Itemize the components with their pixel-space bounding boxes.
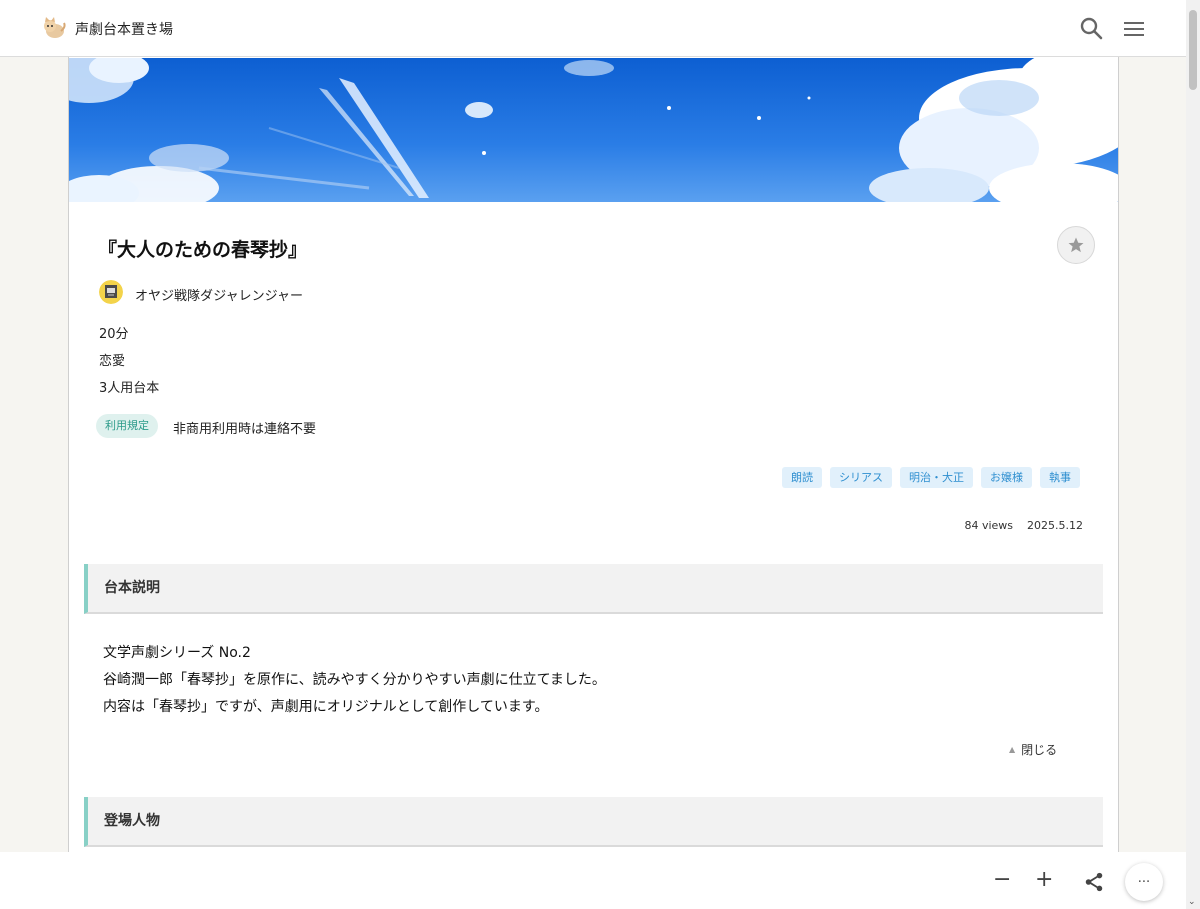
license-badge: 利用規定	[96, 414, 158, 438]
tag-list: 朗読 シリアス 明治・大正 お嬢様 執事	[782, 467, 1080, 488]
star-icon	[1068, 237, 1084, 253]
top-navigation-bar: 声劇台本置き場	[0, 0, 1186, 57]
more-options-button[interactable]: ···	[1125, 863, 1163, 901]
sky-banner-image	[69, 58, 1118, 202]
cat-logo-icon[interactable]	[42, 17, 66, 39]
tag-item[interactable]: シリアス	[830, 467, 892, 488]
search-icon[interactable]	[1079, 16, 1103, 40]
caret-up-icon: ▲	[1009, 745, 1016, 754]
tag-item[interactable]: 朗読	[782, 467, 822, 488]
script-detail-card: 『大人のための春琴抄』 オヤジ戦隊ダジャレンジャー 20分 恋愛 3人用台本 利…	[68, 57, 1119, 909]
publish-date: 2025.5.12	[1027, 519, 1083, 532]
description-line: 内容は「春琴抄」ですが、声劇用にオリジナルとして創作しています。	[103, 699, 549, 715]
hamburger-menu-icon[interactable]	[1122, 17, 1146, 41]
author-avatar[interactable]	[99, 280, 123, 304]
duration: 20分	[99, 327, 129, 342]
zoom-in-button[interactable]: +	[1035, 869, 1053, 891]
zoom-out-button[interactable]: −	[993, 869, 1011, 891]
more-options-label: ···	[1137, 874, 1151, 890]
view-count: 84 views	[964, 519, 1014, 532]
tag-item[interactable]: お嬢様	[981, 467, 1032, 488]
page-scrollbar[interactable]: ⌄	[1186, 0, 1200, 909]
share-icon[interactable]	[1083, 871, 1105, 893]
script-title: 『大人のための春琴抄』	[98, 239, 308, 261]
scrollbar-thumb[interactable]	[1189, 10, 1197, 90]
description-line: 文学声劇シリーズ No.2	[103, 645, 251, 661]
characters-heading: 登場人物	[84, 797, 1103, 847]
license-text: 非商用利用時は連絡不要	[173, 422, 317, 437]
site-title[interactable]: 声劇台本置き場	[75, 19, 173, 39]
bottom-toolbar: − + ···	[0, 852, 1186, 909]
script-stats: 84 views 2025.5.12	[964, 519, 1083, 532]
collapse-button[interactable]: ▲ 閉じる	[1009, 741, 1057, 758]
description-line: 谷崎潤一郎「春琴抄」を原作に、読みやすく分かりやすい声劇に仕立てました。	[103, 672, 606, 688]
scroll-down-arrow-icon[interactable]: ⌄	[1188, 897, 1196, 907]
genre: 恋愛	[99, 354, 126, 369]
tag-item[interactable]: 明治・大正	[900, 467, 973, 488]
cast-count: 3人用台本	[99, 381, 160, 396]
description-heading: 台本説明	[84, 564, 1103, 614]
favorite-button[interactable]	[1057, 226, 1095, 264]
tag-item[interactable]: 執事	[1040, 467, 1080, 488]
collapse-label: 閉じる	[1021, 743, 1058, 757]
author-name[interactable]: オヤジ戦隊ダジャレンジャー	[135, 285, 303, 304]
